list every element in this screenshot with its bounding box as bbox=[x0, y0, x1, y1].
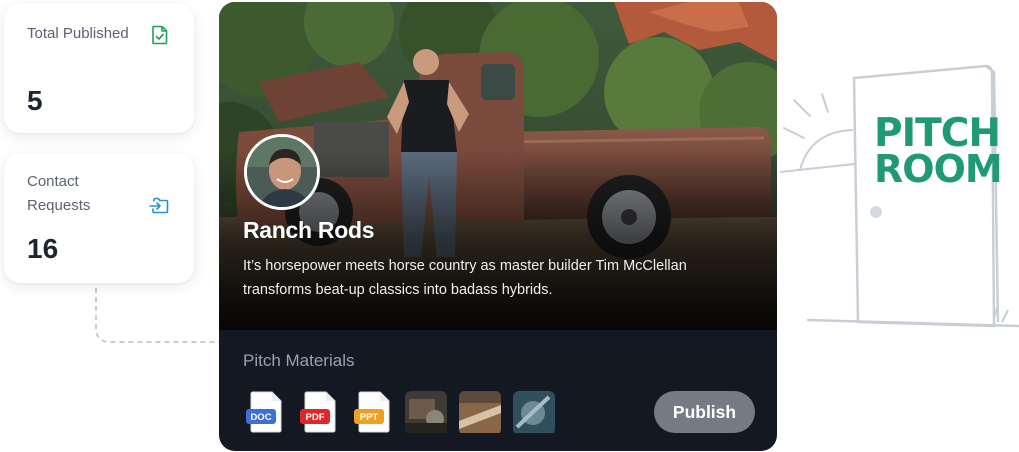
doc-file-icon[interactable]: DOC bbox=[245, 390, 287, 434]
show-description: It’s horsepower meets horse country as m… bbox=[243, 258, 687, 298]
publish-button[interactable]: Publish bbox=[654, 391, 755, 433]
pdf-file-icon[interactable]: PDF bbox=[299, 390, 341, 434]
stat-card-total-published: Total Published 5 bbox=[4, 3, 194, 133]
machinery-thumbnail[interactable] bbox=[513, 391, 555, 435]
folder-login-icon bbox=[149, 197, 169, 214]
stat-value-total-published: 5 bbox=[27, 85, 43, 116]
stat-label-contact-requests: Contact Requests bbox=[27, 173, 91, 214]
ppt-file-icon[interactable]: PPT bbox=[353, 390, 395, 434]
file-check-icon bbox=[152, 25, 168, 45]
pitch-room-door-illustration: PITCH ROOM bbox=[780, 64, 1019, 328]
pitch-materials-label: Pitch Materials bbox=[243, 351, 355, 370]
pdf-badge-label: PDF bbox=[306, 412, 325, 423]
engine-thumbnail[interactable] bbox=[405, 391, 447, 435]
stat-label-total-published: Total Published bbox=[27, 25, 129, 42]
doc-badge-label: DOC bbox=[250, 412, 271, 423]
stat-value-contact-requests: 16 bbox=[27, 233, 59, 264]
stat-card-contact-requests: Contact Requests 16 bbox=[4, 153, 194, 283]
host-avatar bbox=[244, 134, 320, 210]
ppt-badge-label: PPT bbox=[360, 412, 379, 423]
show-card[interactable]: Ranch Rods It’s horsepower meets horse c… bbox=[219, 2, 777, 451]
pitch-room-text-line2: ROOM bbox=[874, 147, 1002, 191]
truck-detail-thumbnail[interactable] bbox=[459, 391, 501, 435]
show-title: Ranch Rods bbox=[243, 217, 375, 243]
